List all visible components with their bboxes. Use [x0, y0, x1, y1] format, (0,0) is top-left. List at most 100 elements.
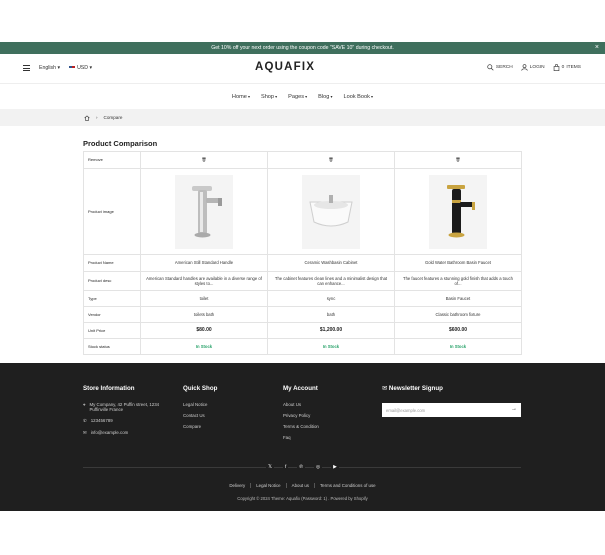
product-vendor: bath	[267, 306, 395, 323]
site-header: English ▾ USD ▾ AQUAFIX SERCH LOGIN 0 ITE…	[0, 54, 605, 84]
x-icon[interactable]: 𝕏	[266, 465, 275, 470]
footer-bottom-link[interactable]: Legal Notice	[251, 483, 287, 488]
footer-heading: ✉ Newsletter Signup	[382, 385, 443, 392]
product-name[interactable]: Gold Water Bathroom Basin Faucet	[394, 254, 522, 272]
footer-my-account: My Account About Us Privacy Policy Terms…	[283, 385, 319, 446]
product-image-cell[interactable]	[267, 168, 395, 255]
footer-link[interactable]: Faq	[283, 435, 319, 440]
footer-link[interactable]: Legal Notice	[183, 402, 217, 407]
nav-blog[interactable]: Blog	[318, 94, 332, 100]
row-stock: Stock status In Stock In Stock In Stock	[83, 338, 522, 355]
currency-selector[interactable]: USD ▾	[69, 65, 92, 71]
top-spacer	[0, 0, 605, 42]
row-label: Product desc	[83, 271, 141, 291]
row-vendor: Vendor toilets bath bath Classic bathroo…	[83, 306, 522, 323]
cart-button[interactable]: 0 ITEMS	[553, 64, 581, 71]
row-label: Product Name	[83, 254, 141, 272]
chevron-right-icon: ›	[96, 115, 98, 120]
main-nav: Home Shop Pages Blog Look Book	[0, 84, 605, 109]
stock-status: In Stock	[394, 338, 522, 355]
row-name: Product Name American Still Standard Han…	[83, 254, 522, 272]
nav-shop[interactable]: Shop	[261, 94, 277, 100]
remove-button[interactable]: 🗑	[394, 151, 522, 169]
footer-link[interactable]: Compare	[183, 424, 217, 429]
footer-link[interactable]: Terms & Condition	[283, 424, 319, 429]
remove-button[interactable]: 🗑	[140, 151, 268, 169]
site-footer: Store Information ⌖ My Company, 42 Puffin…	[0, 363, 605, 511]
announcement-text: Get 10% off your next order using the co…	[211, 45, 394, 51]
product-image[interactable]	[302, 174, 360, 249]
location-icon: ⌖	[83, 402, 86, 407]
row-label: Remove	[83, 151, 141, 169]
home-icon[interactable]	[84, 115, 90, 121]
footer-heading: Quick Shop	[183, 385, 218, 392]
menu-icon[interactable]	[23, 65, 30, 71]
search-icon	[487, 64, 494, 71]
product-price: $600.00	[394, 322, 522, 339]
footer-bottom-link[interactable]: About us	[287, 483, 315, 488]
page-title: Product Comparison	[83, 139, 158, 148]
store-email[interactable]: ✉ info@example.com	[83, 430, 173, 436]
nav-look-book[interactable]: Look Book	[344, 94, 374, 100]
us-flag-icon	[69, 65, 76, 70]
remove-button[interactable]: 🗑	[267, 151, 395, 169]
product-type: sync	[267, 290, 395, 307]
instagram-icon[interactable]: ◎	[313, 465, 323, 470]
product-image-cell[interactable]	[394, 168, 522, 255]
row-label: Vendor	[83, 306, 141, 323]
row-label: Type	[83, 290, 141, 307]
search-button[interactable]: SERCH	[487, 64, 513, 71]
youtube-icon[interactable]: ▶	[331, 465, 339, 470]
product-desc: American Standard handles are available …	[140, 271, 268, 291]
product-image-cell[interactable]	[140, 168, 268, 255]
row-type: Type toilet sync Basin Faucet	[83, 290, 522, 307]
footer-heading: My Account	[283, 385, 318, 392]
footer-newsletter: ✉ Newsletter Signup	[382, 385, 443, 402]
footer-link[interactable]: Contact Us	[183, 413, 217, 418]
row-price: Unit Price $80.00 $1,200.00 $600.00	[83, 322, 522, 339]
login-button[interactable]: LOGIN	[521, 64, 545, 71]
nav-home[interactable]: Home	[232, 94, 250, 100]
product-type: Basin Faucet	[394, 290, 522, 307]
product-image[interactable]	[175, 174, 233, 249]
close-icon[interactable]: ×	[595, 44, 599, 52]
product-name[interactable]: American Still Standard Handle	[140, 254, 268, 272]
stock-status: In Stock	[140, 338, 268, 355]
chrome-faucet-image	[192, 185, 222, 237]
nav-pages[interactable]: Pages	[288, 94, 307, 100]
product-image[interactable]	[429, 174, 487, 249]
row-label: Unit Price	[83, 322, 141, 339]
product-name[interactable]: Ceramic Washbasin Cabinet	[267, 254, 395, 272]
facebook-icon[interactable]: f	[283, 465, 289, 470]
announcement-bar: Get 10% off your next order using the co…	[0, 42, 605, 54]
footer-bottom-link[interactable]: Terms and Conditions of use	[315, 483, 381, 488]
language-selector[interactable]: English ▾	[39, 65, 60, 71]
row-desc: Product desc American Standard handles a…	[83, 271, 522, 291]
row-label: Product image	[83, 168, 141, 255]
breadcrumb-current: Compare	[103, 115, 123, 120]
arrow-right-icon[interactable]: →	[511, 406, 517, 412]
store-address: ⌖ My Company, 42 Puffin street, 1234 Puff…	[83, 402, 160, 412]
product-vendor: toilets bath	[140, 306, 268, 323]
washbasin-image	[309, 194, 353, 226]
footer-heading: Store Information	[83, 385, 135, 392]
pinterest-icon[interactable]: ℗	[297, 465, 305, 470]
newsletter-email-input[interactable]: email@example.com →	[382, 403, 521, 417]
footer-link[interactable]: About Us	[283, 402, 319, 407]
mail-icon: ✉	[83, 430, 87, 435]
footer-bottom-links: Delivery Legal Notice About us Terms and…	[0, 483, 605, 488]
envelope-icon: ✉	[382, 385, 388, 392]
footer-store-info: Store Information ⌖ My Company, 42 Puffin…	[83, 385, 173, 442]
product-price: $1,200.00	[267, 322, 395, 339]
stock-status: In Stock	[267, 338, 395, 355]
product-desc: The faucet features a stunning gold fini…	[394, 271, 522, 291]
trash-icon: 🗑	[328, 157, 334, 163]
site-logo[interactable]: AQUAFIX	[255, 61, 315, 73]
user-icon	[521, 64, 528, 71]
product-type: toilet	[140, 290, 268, 307]
row-image: Product image	[83, 168, 522, 255]
breadcrumb: › Compare	[0, 109, 605, 126]
footer-bottom-link[interactable]: Delivery	[224, 483, 252, 488]
footer-link[interactable]: Privacy Policy	[283, 413, 319, 418]
copyright: Copyright © 2024 Theme: Aquafix (Passwor…	[237, 496, 368, 501]
